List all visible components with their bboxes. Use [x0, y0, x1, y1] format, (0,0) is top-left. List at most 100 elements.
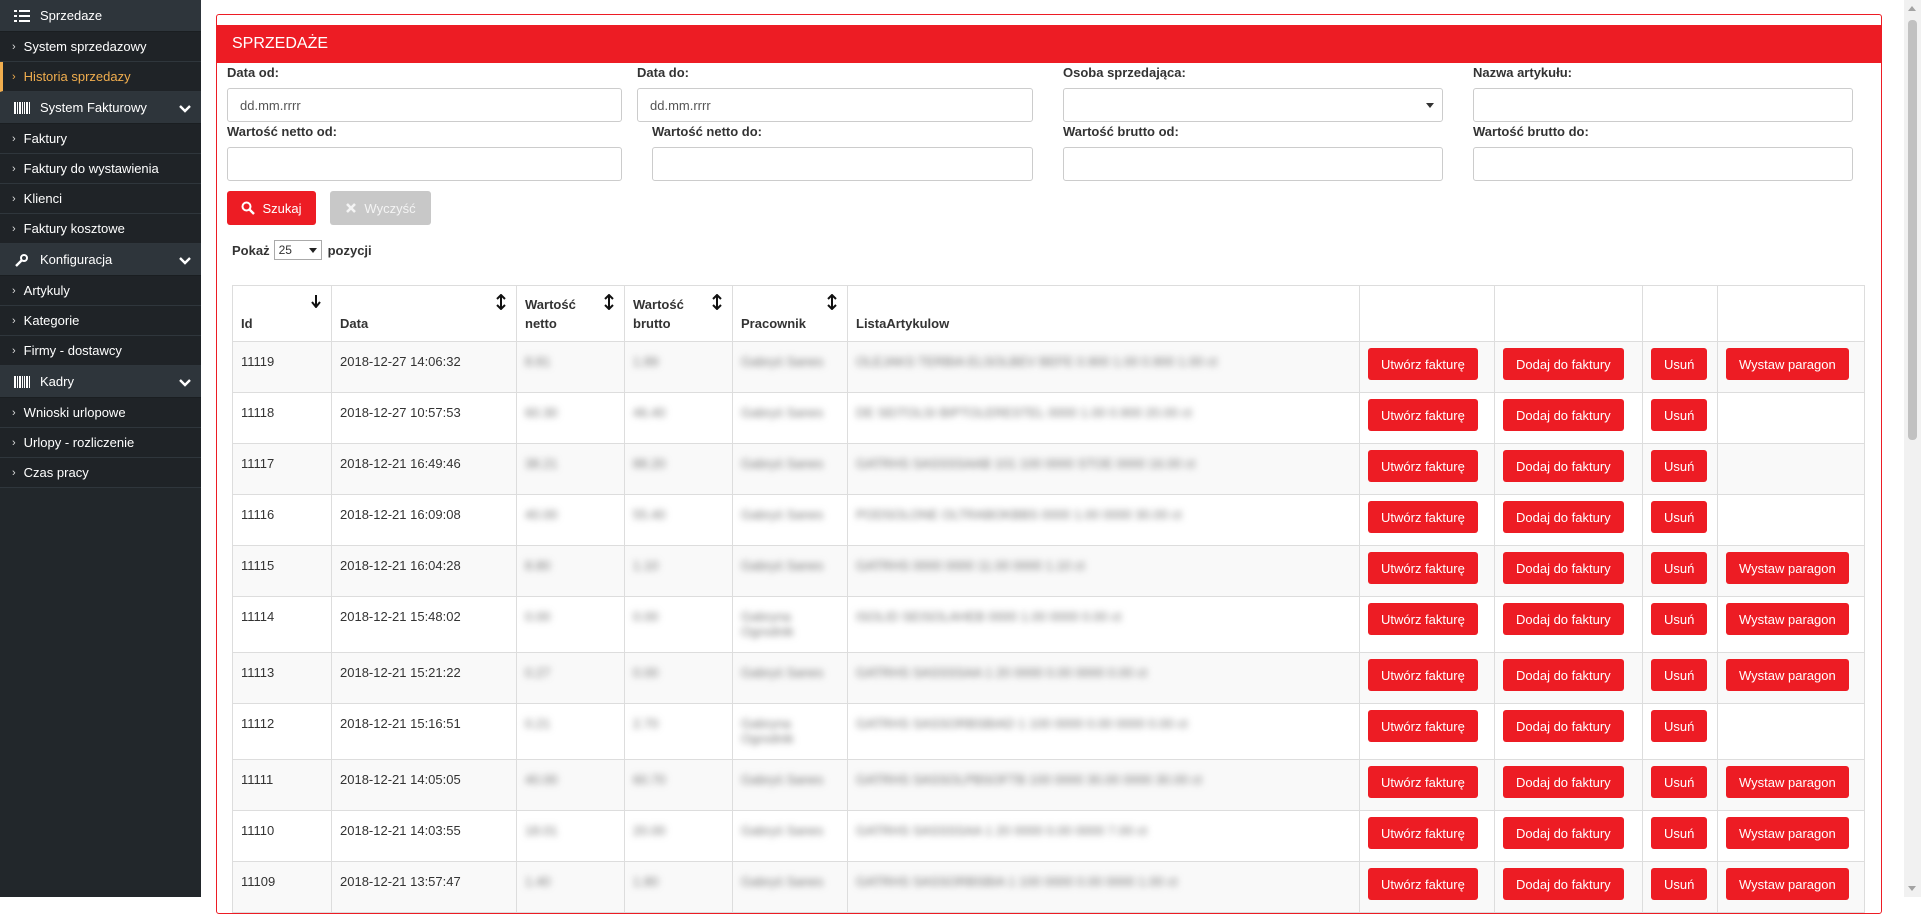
sidebar-item[interactable]: › Urlopy - rozliczenie	[0, 428, 201, 458]
delete-button[interactable]: Usuń	[1651, 399, 1708, 431]
gross-from-input[interactable]	[1063, 147, 1443, 181]
col-header-net[interactable]: Wartość netto	[516, 285, 625, 342]
table-row[interactable]: 11113 2018-12-21 15:21:22 0.27 0.00 Gabryś S…	[232, 652, 1865, 704]
table-row[interactable]: 11117 2018-12-21 16:49:46 38.21 88.20 Gabryś…	[232, 443, 1865, 495]
col-header-articles: ListaArtykulow	[847, 285, 1360, 342]
issue-receipt-button[interactable]: Wystaw paragon	[1726, 817, 1849, 849]
col-header-gross[interactable]: Wartość brutto	[624, 285, 733, 342]
add-to-invoice-button-cell: Dodaj do faktury	[1494, 810, 1643, 862]
create-invoice-button[interactable]: Utwórz fakturę	[1368, 766, 1478, 798]
sidebar-section-2[interactable]: Konfiguracja	[0, 244, 201, 276]
add-to-invoice-button[interactable]: Dodaj do faktury	[1503, 552, 1624, 584]
sidebar-item[interactable]: › Firmy - dostawcy	[0, 336, 201, 366]
net-from-input[interactable]	[227, 147, 622, 181]
date-from-input[interactable]: dd.mm.rrrr	[227, 88, 622, 122]
table-row[interactable]: 11118 2018-12-27 10:57:53 60.30 46.40 Gabryś…	[232, 392, 1865, 444]
create-invoice-button[interactable]: Utwórz fakturę	[1368, 659, 1478, 691]
create-invoice-button[interactable]: Utwórz fakturę	[1368, 817, 1478, 849]
issue-receipt-button[interactable]: Wystaw paragon	[1726, 552, 1849, 584]
table-row[interactable]: 11115 2018-12-21 16:04:28 8.80 1.10 Gabryś S…	[232, 545, 1865, 597]
create-invoice-button[interactable]: Utwórz fakturę	[1368, 501, 1478, 533]
issue-receipt-button[interactable]: Wystaw paragon	[1726, 868, 1849, 900]
sidebar-section-1[interactable]: System Fakturowy	[0, 92, 201, 124]
sort-icon	[496, 294, 506, 310]
articles-text: PODSOLONE OLTRABOKBBS 0000 1.00 0000 30.…	[856, 507, 1182, 522]
add-to-invoice-button[interactable]: Dodaj do faktury	[1503, 399, 1624, 431]
table-row[interactable]: 11110 2018-12-21 14:03:55 18.01 20.00 Gabryś…	[232, 810, 1865, 862]
col-header-employee[interactable]: Pracownik	[732, 285, 848, 342]
create-invoice-button[interactable]: Utwórz fakturę	[1368, 710, 1478, 742]
add-to-invoice-button[interactable]: Dodaj do faktury	[1503, 348, 1624, 380]
delete-button[interactable]: Usuń	[1651, 450, 1708, 482]
add-to-invoice-button[interactable]: Dodaj do faktury	[1503, 659, 1624, 691]
create-invoice-button[interactable]: Utwórz fakturę	[1368, 450, 1478, 482]
sidebar-item[interactable]: › Faktury do wystawienia	[0, 154, 201, 184]
gross-value: 1.10	[633, 558, 659, 573]
create-invoice-button[interactable]: Utwórz fakturę	[1368, 552, 1478, 584]
delete-button[interactable]: Usuń	[1651, 817, 1708, 849]
sidebar-item[interactable]: › Wnioski urlopowe	[0, 398, 201, 428]
vertical-scrollbar[interactable]	[1904, 0, 1921, 897]
delete-button[interactable]: Usuń	[1651, 710, 1708, 742]
col-header-id[interactable]: Id	[232, 285, 332, 342]
scroll-down-icon[interactable]	[1908, 886, 1916, 891]
articles-text: GATRHS SASSORBSBIAD 1 100 0000 0.00 0000…	[856, 716, 1188, 731]
date-to-input[interactable]: dd.mm.rrrr	[637, 88, 1033, 122]
create-invoice-button[interactable]: Utwórz fakturę	[1368, 603, 1478, 635]
clear-button[interactable]: Wyczyść	[330, 191, 431, 225]
create-invoice-button[interactable]: Utwórz fakturę	[1368, 348, 1478, 380]
add-to-invoice-button[interactable]: Dodaj do faktury	[1503, 817, 1624, 849]
delete-button[interactable]: Usuń	[1651, 552, 1708, 584]
delete-button[interactable]: Usuń	[1651, 868, 1708, 900]
create-invoice-button[interactable]: Utwórz fakturę	[1368, 868, 1478, 900]
table-row[interactable]: 11112 2018-12-21 15:16:51 0.21 2.70 Gabryna O…	[232, 703, 1865, 760]
net-value: 0.27	[525, 665, 551, 680]
sidebar-item[interactable]: › Historia sprzedazy	[0, 62, 201, 92]
sidebar-section-0[interactable]: Sprzedaze	[0, 0, 201, 32]
article-input[interactable]	[1473, 88, 1853, 122]
sidebar-item[interactable]: › Czas pracy	[0, 458, 201, 488]
col-header-date[interactable]: Data	[331, 285, 517, 342]
table-row[interactable]: 11109 2018-12-21 13:57:47 1.40 1.80 Gabryś S…	[232, 861, 1865, 913]
issue-receipt-button[interactable]: Wystaw paragon	[1726, 659, 1849, 691]
sidebar-item[interactable]: › Artykuly	[0, 276, 201, 306]
net-to-input[interactable]	[652, 147, 1033, 181]
cell-gross: 20.00	[624, 810, 733, 862]
sidebar-item[interactable]: › System sprzedazowy	[0, 32, 201, 62]
add-to-invoice-button[interactable]: Dodaj do faktury	[1503, 501, 1624, 533]
sidebar-section-3[interactable]: Kadry	[0, 366, 201, 398]
issue-receipt-button[interactable]: Wystaw paragon	[1726, 348, 1849, 380]
date-to-label: Data do:	[637, 65, 689, 80]
seller-select[interactable]	[1063, 88, 1443, 122]
table-row[interactable]: 11119 2018-12-27 14:06:32 8.81 1.89 Gabryś S…	[232, 341, 1865, 393]
add-to-invoice-button[interactable]: Dodaj do faktury	[1503, 450, 1624, 482]
sidebar-item[interactable]: › Kategorie	[0, 306, 201, 336]
gross-value: 20.00	[633, 823, 666, 838]
scrollbar-thumb[interactable]	[1908, 20, 1917, 440]
cell-net: 8.80	[516, 545, 625, 597]
add-to-invoice-button[interactable]: Dodaj do faktury	[1503, 603, 1624, 635]
delete-button-cell: Usuń	[1642, 596, 1718, 653]
cell-id: 11116	[232, 494, 332, 546]
delete-button[interactable]: Usuń	[1651, 603, 1708, 635]
sidebar-item[interactable]: › Faktury	[0, 124, 201, 154]
gross-to-input[interactable]	[1473, 147, 1853, 181]
table-row[interactable]: 11114 2018-12-21 15:48:02 0.00 0.00 Gabryna O…	[232, 596, 1865, 653]
scroll-up-icon[interactable]	[1908, 6, 1916, 11]
delete-button[interactable]: Usuń	[1651, 659, 1708, 691]
delete-button[interactable]: Usuń	[1651, 348, 1708, 380]
page-size-select[interactable]: 25	[273, 240, 322, 260]
table-row[interactable]: 11111 2018-12-21 14:05:05 40.00 60.70 Gabryś…	[232, 759, 1865, 811]
delete-button[interactable]: Usuń	[1651, 501, 1708, 533]
add-to-invoice-button[interactable]: Dodaj do faktury	[1503, 766, 1624, 798]
issue-receipt-button[interactable]: Wystaw paragon	[1726, 766, 1849, 798]
sidebar-item[interactable]: › Klienci	[0, 184, 201, 214]
sidebar-item[interactable]: › Faktury kosztowe	[0, 214, 201, 244]
create-invoice-button[interactable]: Utwórz fakturę	[1368, 399, 1478, 431]
table-row[interactable]: 11116 2018-12-21 16:09:08 40.00 55.40 Gabryś…	[232, 494, 1865, 546]
add-to-invoice-button[interactable]: Dodaj do faktury	[1503, 868, 1624, 900]
search-button[interactable]: Szukaj	[227, 191, 316, 225]
add-to-invoice-button[interactable]: Dodaj do faktury	[1503, 710, 1624, 742]
delete-button[interactable]: Usuń	[1651, 766, 1708, 798]
issue-receipt-button[interactable]: Wystaw paragon	[1726, 603, 1849, 635]
